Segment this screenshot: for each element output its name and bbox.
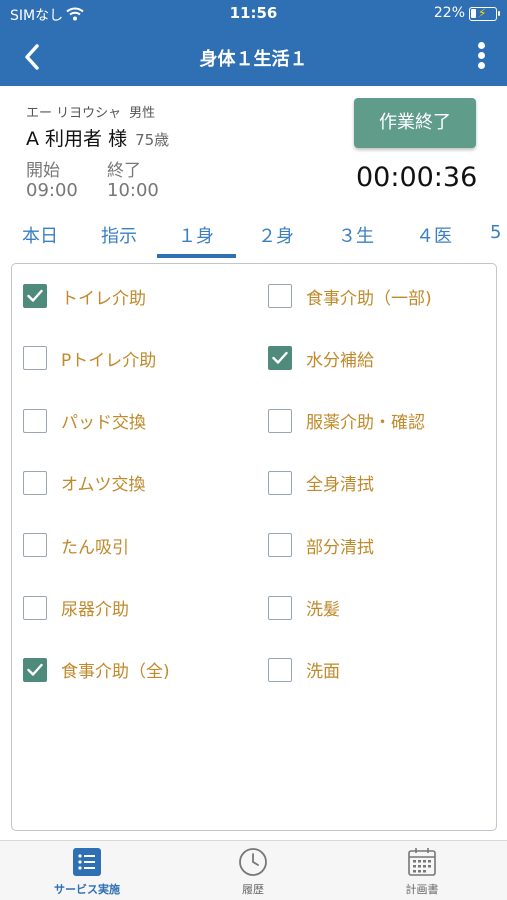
tab-body-2[interactable]: ２身 <box>250 222 302 248</box>
checklist-item-label: たん吸引 <box>61 537 129 558</box>
user-kana: エー リヨウシャ 男性 <box>26 102 155 121</box>
checkbox[interactable] <box>268 408 292 433</box>
checkbox[interactable] <box>268 657 292 682</box>
clock-icon <box>239 848 267 876</box>
checklist-item-label: オムツ交換 <box>61 475 146 496</box>
checkbox[interactable] <box>268 595 292 620</box>
elapsed-timer: 00:00:36 <box>356 162 478 193</box>
user-age: 75歳 <box>135 131 170 149</box>
user-info: エー リヨウシャ 男性 A 利用者 様 75歳 開始 終了 09:00 10:00 … <box>0 86 507 212</box>
user-gender: 男性 <box>129 106 156 121</box>
checkmark-icon <box>27 663 43 676</box>
checklist-item[interactable]: 洗髪 <box>268 593 340 623</box>
checklist-item-label: トイレ介助 <box>61 288 146 309</box>
checkbox[interactable] <box>23 346 47 371</box>
checklist-item-label: 食事介助（全) <box>61 662 170 683</box>
calendar-icon <box>408 848 436 876</box>
bottom-tab-label: 計画書 <box>405 883 439 896</box>
checklist-item-label: 服薬介助・確認 <box>306 413 425 434</box>
checkmark-icon <box>27 289 43 302</box>
checkbox[interactable] <box>23 657 47 682</box>
checklist-panel: トイレ介助 Pトイレ介助 パッド交換オムツ交換たん吸引尿器介助食事介助（全) 食事介助… <box>11 263 497 831</box>
tab-today[interactable]: 本日 <box>20 222 60 248</box>
checklist-item[interactable]: オムツ交換 <box>23 468 146 498</box>
checklist-item-label: 全身清拭 <box>306 475 374 496</box>
more-vertical-icon <box>477 42 485 49</box>
user-name: A 利用者 様 75歳 <box>26 124 169 151</box>
more-menu-button[interactable] <box>473 40 489 74</box>
end-time: 10:00 <box>107 180 159 201</box>
user-name-text: A 利用者 様 <box>26 128 128 150</box>
checklist-item[interactable]: トイレ介助 <box>23 281 146 311</box>
checkbox[interactable] <box>23 470 47 495</box>
tab-life-3[interactable]: ３生 <box>330 222 382 248</box>
tab-instructions[interactable]: 指示 <box>98 222 140 248</box>
checkbox[interactable] <box>268 470 292 495</box>
checkbox[interactable] <box>23 408 47 433</box>
checklist-item[interactable]: 食事介助（一部) <box>268 281 432 311</box>
checklist-item[interactable]: 水分補給 <box>268 343 374 373</box>
checklist-item[interactable]: 全身清拭 <box>268 468 374 498</box>
checklist-item-label: 尿器介助 <box>61 600 129 620</box>
top-bar: SIMなし 11:56 22% ⚡ 身体１生活１ <box>0 0 507 86</box>
finish-work-button[interactable]: 作業終了 <box>354 98 476 148</box>
checkbox[interactable] <box>268 346 292 371</box>
list-icon <box>73 848 101 876</box>
checkbox[interactable] <box>23 533 47 558</box>
checklist-item[interactable]: 部分清拭 <box>268 530 374 560</box>
bottom-tab-label: サービス実施 <box>54 883 120 896</box>
checkmark-icon <box>272 352 288 364</box>
bottom-tab-bar: サービス実施 履歴 計画書 <box>0 840 507 900</box>
checkbox[interactable] <box>23 595 47 620</box>
checklist-item[interactable]: 食事介助（全) <box>23 655 170 685</box>
page-title: 身体１生活１ <box>199 49 308 70</box>
battery-fill <box>471 9 476 18</box>
active-tab-indicator <box>157 254 236 258</box>
checkbox[interactable] <box>268 284 292 308</box>
checklist-item[interactable]: Pトイレ介助 <box>23 343 156 373</box>
bottom-tab-history[interactable]: 履歴 <box>193 847 313 897</box>
checklist-item[interactable]: 洗面 <box>268 655 340 685</box>
checklist-item-label: パッド交換 <box>61 413 146 434</box>
end-label: 終了 <box>107 161 141 181</box>
checklist-item[interactable]: 尿器介助 <box>23 593 129 623</box>
status-bar: SIMなし 11:56 22% ⚡ <box>0 0 507 30</box>
start-time: 09:00 <box>26 180 78 201</box>
checklist-item-label: 部分清拭 <box>306 537 374 558</box>
checkbox[interactable] <box>23 284 47 308</box>
nav-bar: 身体１生活１ <box>0 30 507 86</box>
start-label: 開始 <box>26 161 60 181</box>
checkbox[interactable] <box>268 533 292 558</box>
bottom-tab-label: 履歴 <box>242 883 264 896</box>
checklist-item[interactable]: たん吸引 <box>23 530 129 560</box>
battery-icon: ⚡ <box>469 6 500 21</box>
checklist-item[interactable]: 服薬介助・確認 <box>268 406 425 436</box>
tab-body-1[interactable]: １身 <box>170 222 222 248</box>
checklist-item-label: 食事介助（一部) <box>306 288 432 309</box>
bottom-tab-plan[interactable]: 計画書 <box>362 847 482 897</box>
checklist-item-label: 洗面 <box>306 662 340 683</box>
checklist-item-label: Pトイレ介助 <box>61 350 157 371</box>
status-time: 11:56 <box>229 4 278 22</box>
tab-5[interactable]: 5 <box>490 222 507 243</box>
checklist-item-label: 洗髪 <box>306 600 340 620</box>
tab-medical-4[interactable]: ４医 <box>408 222 460 248</box>
bottom-tab-service[interactable]: サービス実施 <box>27 847 147 897</box>
checklist-item[interactable]: パッド交換 <box>23 406 146 436</box>
checklist-item-label: 水分補給 <box>306 350 374 371</box>
battery-percent: 22% <box>433 5 465 21</box>
category-tabs: 本日 指示 １身 ２身 ３生 ４医 5 <box>0 212 507 258</box>
user-kana-name: エー リヨウシャ <box>26 106 122 121</box>
